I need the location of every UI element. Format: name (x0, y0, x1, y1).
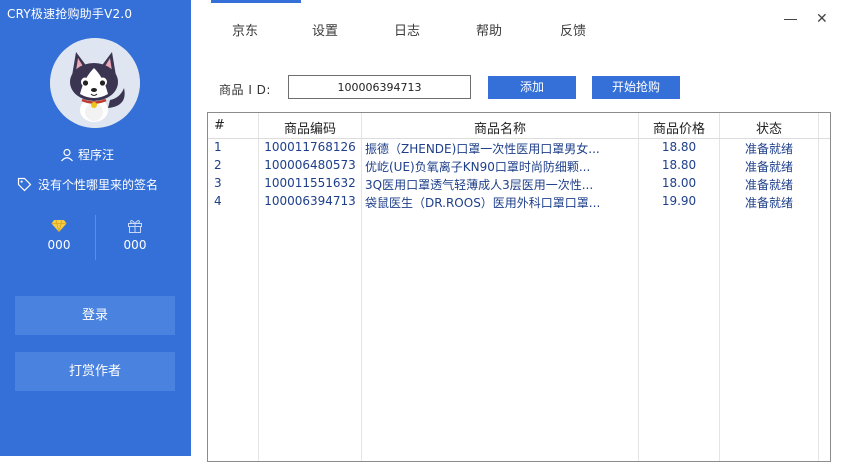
stat-divider (95, 215, 96, 260)
table-row[interactable]: 1 100011768126 振德（ZHENDE)口罩一次性医用口罩男女... … (208, 139, 830, 157)
row-name: 3Q医用口罩透气轻薄成人3层医用一次性... (365, 178, 594, 192)
diamond-icon (51, 219, 67, 233)
row-number: 1 (214, 140, 222, 154)
table-row[interactable]: 4 100006394713 袋鼠医生（DR.ROOS）医用外科口罩口罩... … (208, 193, 830, 211)
table-row[interactable]: 3 100011551632 3Q医用口罩透气轻薄成人3层医用一次性... 18… (208, 175, 830, 193)
username: 程序汪 (78, 148, 115, 162)
tab-settings[interactable]: 设置 (312, 20, 338, 39)
stat-diamonds: 000 (29, 218, 89, 252)
product-table: # 商品编码 商品名称 商品价格 状态 1 100011768126 振德（ZH… (207, 112, 831, 462)
user-row: 程序汪 (60, 146, 114, 163)
diamond-count: 000 (47, 238, 71, 252)
user-icon (61, 148, 73, 161)
row-name: 振德（ZHENDE)口罩一次性医用口罩男女... (365, 142, 600, 156)
tab-help[interactable]: 帮助 (476, 20, 502, 39)
row-name: 袋鼠医生（DR.ROOS）医用外科口罩口罩... (365, 196, 601, 210)
sidebar: CRY极速抢购助手V2.0 程序汪 没有个性哪里来的签名 000 000 登录 … (0, 0, 191, 456)
row-number: 4 (214, 194, 222, 208)
start-purchase-button[interactable]: 开始抢购 (592, 76, 680, 99)
minimize-button[interactable] (784, 19, 797, 20)
row-code: 100006480573 (264, 158, 356, 172)
table-header: # 商品编码 商品名称 商品价格 状态 (208, 113, 830, 139)
row-status: 准备就绪 (744, 160, 793, 174)
header-name[interactable]: 商品名称 (362, 118, 638, 137)
avatar[interactable] (50, 38, 140, 128)
tab-jd[interactable]: 京东 (232, 20, 258, 39)
table-row[interactable]: 2 100006480573 优屹(UE)负氧离子KN90口罩时尚防细颗... … (208, 157, 830, 175)
header-status[interactable]: 状态 (720, 118, 818, 137)
close-button[interactable]: ✕ (816, 11, 828, 27)
row-number: 3 (214, 176, 222, 190)
row-status: 准备就绪 (744, 142, 793, 156)
row-name: 优屹(UE)负氧离子KN90口罩时尚防细颗... (365, 160, 591, 174)
row-price: 18.80 (661, 158, 697, 172)
login-button[interactable]: 登录 (15, 296, 175, 335)
signature-row[interactable]: 没有个性哪里来的签名 (17, 176, 158, 193)
tag-icon (17, 177, 32, 192)
gift-count: 000 (123, 238, 147, 252)
tab-log[interactable]: 日志 (394, 20, 420, 39)
row-status: 准备就绪 (744, 178, 793, 192)
app-title: CRY极速抢购助手V2.0 (7, 7, 133, 21)
row-code: 100006394713 (264, 194, 356, 208)
row-status: 准备就绪 (744, 196, 793, 210)
row-price: 18.80 (661, 140, 697, 154)
add-button[interactable]: 添加 (488, 76, 576, 99)
row-number: 2 (214, 158, 222, 172)
header-price[interactable]: 商品价格 (639, 118, 719, 137)
row-code: 100011551632 (264, 176, 356, 190)
signature-text: 没有个性哪里来的签名 (38, 178, 159, 192)
husky-avatar-icon (50, 38, 140, 128)
gift-icon (128, 220, 142, 233)
active-tab-indicator (211, 0, 301, 3)
row-code: 100011768126 (264, 140, 356, 154)
tab-feedback[interactable]: 反馈 (560, 20, 586, 39)
tip-author-button[interactable]: 打赏作者 (15, 352, 175, 391)
header-number: # (214, 118, 225, 133)
stat-gifts: 000 (105, 218, 165, 252)
product-id-label: 商品 I D: (219, 83, 271, 97)
product-id-input[interactable] (288, 75, 471, 99)
row-price: 19.90 (661, 194, 697, 208)
header-code[interactable]: 商品编码 (260, 118, 360, 137)
row-price: 18.00 (661, 176, 697, 190)
